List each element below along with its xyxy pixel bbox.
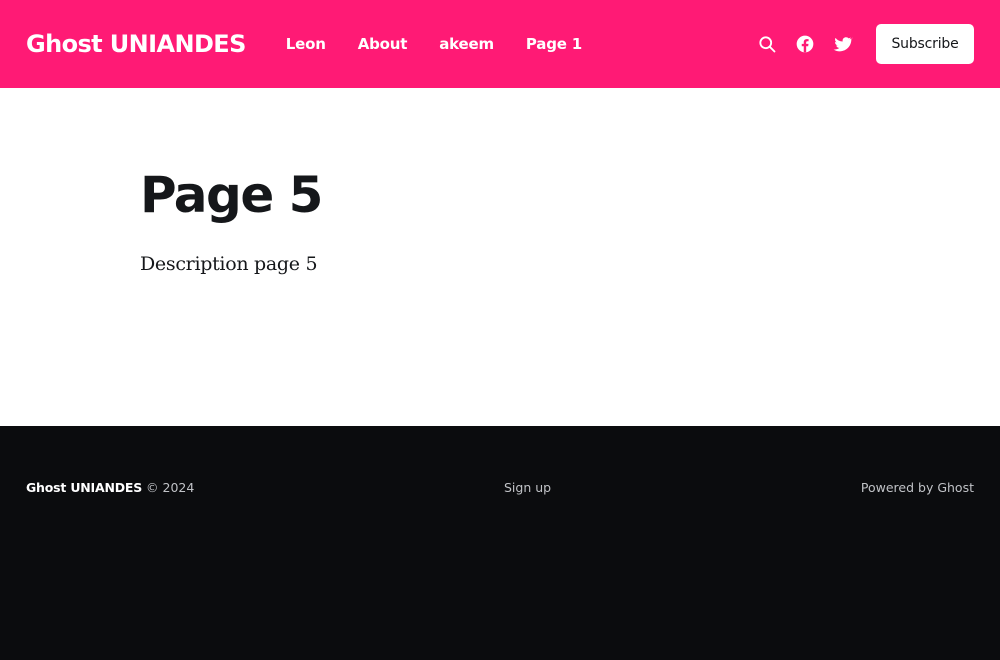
twitter-icon[interactable] — [832, 33, 854, 55]
nav-item-about[interactable]: About — [358, 35, 408, 53]
footer-signup-link[interactable]: Sign up — [504, 480, 551, 495]
site-logo[interactable]: Ghost UNIANDES — [26, 30, 246, 58]
page-title: Page 5 — [140, 166, 323, 224]
site-footer: Ghost UNIANDES © 2024 Sign up Powered by… — [0, 426, 1000, 660]
nav-item-page-1[interactable]: Page 1 — [526, 35, 582, 53]
footer-powered-link[interactable]: Powered by Ghost — [861, 480, 974, 495]
footer-copyright-year: © 2024 — [146, 480, 195, 495]
site-header: Ghost UNIANDES Leon About akeem Page 1 S… — [0, 0, 1000, 88]
subscribe-button[interactable]: Subscribe — [876, 24, 974, 64]
nav-item-akeem[interactable]: akeem — [439, 35, 494, 53]
primary-nav: Leon About akeem Page 1 — [270, 35, 598, 53]
header-actions: Subscribe — [740, 24, 974, 64]
nav-item-leon[interactable]: Leon — [286, 35, 326, 53]
footer-copyright: Ghost UNIANDES © 2024 — [26, 480, 194, 495]
page-description: Description page 5 — [140, 253, 318, 275]
facebook-icon[interactable] — [794, 33, 816, 55]
page-content: Page 5 Description page 5 — [0, 88, 1000, 426]
search-icon[interactable] — [756, 33, 778, 55]
footer-brand-link[interactable]: Ghost UNIANDES — [26, 480, 142, 495]
